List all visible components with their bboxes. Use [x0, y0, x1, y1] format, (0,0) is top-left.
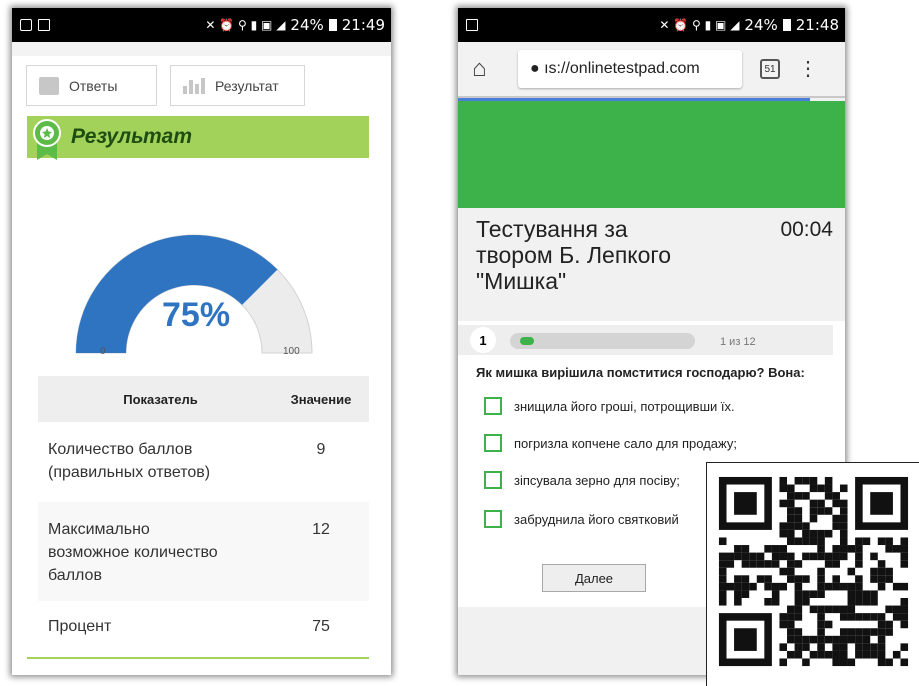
menu-icon[interactable]: ⋮ — [798, 59, 818, 79]
phone-left-screen: ✕ ⏰ ⚲ ▮ ▣ ◢ 24% 21:49 Ответы Результат Р… — [12, 8, 391, 675]
bar-chart-icon — [183, 77, 205, 94]
qr-code — [706, 462, 919, 686]
result-banner: Результат — [27, 116, 369, 158]
header-banner — [458, 101, 845, 208]
test-title-line: твором Б. Лепкого — [476, 242, 672, 268]
header-value: Значение — [273, 376, 369, 422]
status-bar: ✕ ⏰ ⚲ ▮ ▣ ◢ 24% 21:48 — [458, 8, 845, 42]
question-icon — [39, 76, 59, 95]
tabs-count-icon[interactable]: 51 — [760, 59, 780, 79]
row-label: Количество баллов (правильных ответов) — [38, 422, 273, 502]
table-row: Количество баллов (правильных ответов) 9 — [38, 422, 369, 502]
question-counter: 1 из 12 — [720, 336, 756, 348]
row-label-line: (правильных ответов) — [48, 464, 211, 481]
browser-toolbar: ⌂ ● ıs://onlinetestpad.com 51 ⋮ — [458, 42, 845, 98]
status-icons: ✕ ⏰ ⚲ ▮ ▣ ◢ — [205, 18, 286, 32]
answer-option[interactable]: знищила його гроші, потрощивши їх. — [484, 397, 735, 415]
answers-tab-label: Ответы — [69, 77, 118, 94]
gauge-value: 75% — [162, 296, 231, 334]
medal-icon — [33, 119, 61, 160]
screen-icon — [20, 19, 32, 31]
checkbox[interactable] — [484, 397, 502, 415]
status-bar: ✕ ⏰ ⚲ ▮ ▣ ◢ 24% 21:49 — [12, 8, 391, 42]
table-row: Максимально возможное количество баллов … — [38, 502, 369, 601]
battery-percent: 24% — [744, 16, 778, 34]
option-label: забруднила його святковий — [514, 511, 679, 527]
gauge-min-label: 0 — [100, 346, 106, 357]
home-icon[interactable]: ⌂ — [472, 55, 498, 83]
row-value: 12 — [273, 502, 369, 601]
status-icons: ✕ ⏰ ⚲ ▮ ▣ ◢ — [659, 18, 740, 32]
row-label-line: Максимально — [48, 521, 150, 538]
battery-icon — [328, 19, 337, 31]
test-title-block: Тестування за твором Б. Лепкого "Мишка" … — [458, 208, 845, 313]
test-title: Тестування за твором Б. Лепкого "Мишка" — [476, 216, 736, 294]
battery-icon — [782, 19, 791, 31]
answer-option[interactable]: погризла копчене сало для продажу; — [484, 434, 737, 452]
question-number: 1 — [470, 327, 496, 353]
result-tab-button[interactable]: Результат — [170, 65, 305, 106]
question-text: Як мишка вирішила помститися господарю? … — [476, 365, 805, 380]
row-label-line: возможное количество — [48, 544, 218, 561]
url-bar[interactable]: ● ıs://onlinetestpad.com — [518, 50, 742, 88]
result-tab-label: Результат — [215, 77, 279, 94]
row-label-line: Процент — [48, 618, 112, 635]
row-label: Максимально возможное количество баллов — [38, 502, 273, 601]
row-value: 9 — [316, 441, 326, 458]
result-title: Результат — [71, 125, 193, 148]
checkbox[interactable] — [484, 471, 502, 489]
next-button[interactable]: Далее — [542, 564, 646, 592]
answers-tab-button[interactable]: Ответы — [26, 65, 157, 106]
score-gauge — [75, 234, 313, 354]
url-text: ● ıs://onlinetestpad.com — [530, 60, 700, 77]
checkbox[interactable] — [484, 434, 502, 452]
copy-icon — [38, 19, 50, 31]
copy-icon — [466, 19, 478, 31]
table-row: Процент 75 — [38, 601, 369, 654]
header-indicator: Показатель — [38, 376, 273, 422]
question-progress-bar — [510, 333, 695, 349]
timer: 00:04 — [780, 218, 833, 241]
status-time: 21:49 — [341, 16, 385, 34]
table-header-row: Показатель Значение — [38, 376, 369, 422]
test-title-line: Тестування за — [476, 216, 628, 242]
option-label: зіпсувала зерно для посіву; — [514, 472, 680, 488]
gauge-max-label: 100 — [283, 346, 300, 357]
answer-option[interactable]: забруднила його святковий — [484, 510, 679, 528]
option-label: знищила його гроші, потрощивши їх. — [514, 398, 735, 414]
row-value: 75 — [312, 618, 330, 635]
option-label: погризла копчене сало для продажу; — [514, 435, 737, 451]
question-progress-fill — [520, 337, 534, 345]
row-label-line: Количество баллов — [48, 441, 193, 458]
result-table: Показатель Значение Количество баллов (п… — [38, 376, 369, 654]
answer-option[interactable]: зіпсувала зерно для посіву; — [484, 471, 680, 489]
row-label: Процент — [38, 601, 273, 654]
row-label-line: баллов — [48, 567, 102, 584]
battery-percent: 24% — [290, 16, 324, 34]
bottom-divider — [27, 657, 369, 659]
test-title-line: "Мишка" — [476, 268, 567, 294]
checkbox[interactable] — [484, 510, 502, 528]
top-strip — [12, 42, 391, 56]
status-time: 21:48 — [795, 16, 839, 34]
result-page: Ответы Результат Результат 75% 0 100 Пок… — [12, 42, 391, 675]
question-progress-row: 1 1 из 12 — [458, 325, 833, 355]
